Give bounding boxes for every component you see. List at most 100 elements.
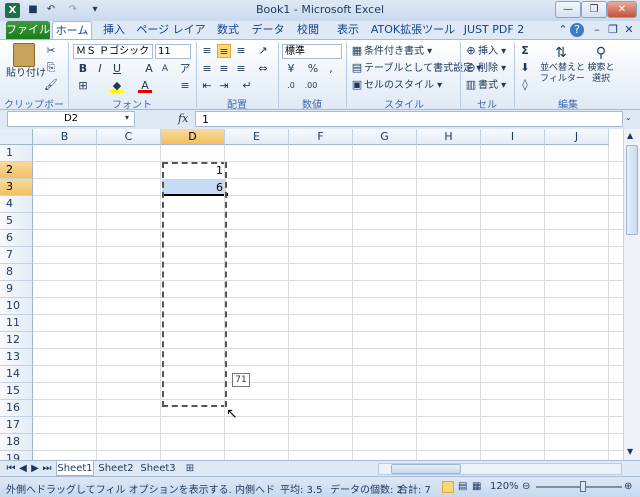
zoom-slider[interactable] xyxy=(536,481,622,492)
paste-button[interactable]: 貼り付け xyxy=(6,43,46,85)
row-header-7[interactable]: 7 xyxy=(0,247,33,264)
save-icon[interactable]: ■ xyxy=(26,3,40,17)
increase-indent-icon[interactable]: ⇥ xyxy=(217,79,231,93)
column-header-b[interactable]: B xyxy=(33,129,97,145)
fx-icon[interactable]: fx xyxy=(178,112,188,125)
row-header-15[interactable]: 15 xyxy=(0,383,33,400)
shrink-font-icon[interactable]: A xyxy=(158,62,172,76)
row-header-5[interactable]: 5 xyxy=(0,213,33,230)
tab-review[interactable]: 校閲 xyxy=(292,21,324,39)
sort-filter-button[interactable]: ⇅ 並べ替えと フィルター xyxy=(540,43,585,85)
column-header-e[interactable]: E xyxy=(225,129,289,145)
percent-icon[interactable]: % xyxy=(306,62,320,76)
comma-icon[interactable]: , xyxy=(324,62,338,76)
zoom-level[interactable]: 120% xyxy=(490,481,519,492)
zoom-out-icon[interactable]: ⊖ xyxy=(522,481,530,492)
format-cells-button[interactable]: ▥ 書式 ▾ xyxy=(464,78,506,93)
sheet-tab-sheet3[interactable]: Sheet3 xyxy=(138,461,178,476)
row-header-17[interactable]: 17 xyxy=(0,417,33,434)
row-header-13[interactable]: 13 xyxy=(0,349,33,366)
expand-formula-icon[interactable]: ⌄ xyxy=(625,113,632,122)
phonetic-icon[interactable]: ア xyxy=(178,62,192,76)
bold-icon[interactable]: B xyxy=(76,62,90,76)
normal-view-icon[interactable] xyxy=(442,481,454,493)
font-name-select[interactable]: ＭＳ Ｐゴシック xyxy=(73,44,153,59)
help-icon[interactable]: ? xyxy=(570,23,584,37)
row-header-8[interactable]: 8 xyxy=(0,264,33,281)
merge-center-icon[interactable]: ⇔ xyxy=(256,62,270,76)
insert-sheet-icon[interactable]: ⊞ xyxy=(182,461,198,476)
tab-home[interactable]: ホーム xyxy=(52,21,92,39)
row-header-9[interactable]: 9 xyxy=(0,281,33,298)
workbook-minimize-icon[interactable]: – xyxy=(590,21,604,39)
name-box[interactable]: D2 xyxy=(7,111,135,127)
customize-quick-access-icon[interactable]: ▾ xyxy=(88,3,102,17)
prev-sheet-icon[interactable]: ◀ xyxy=(18,461,28,476)
row-header-6[interactable]: 6 xyxy=(0,230,33,247)
cell-styles-button[interactable]: ▣ セルのスタイル ▾ xyxy=(350,78,442,93)
last-sheet-icon[interactable]: ⏭ xyxy=(42,461,52,476)
page-break-view-icon[interactable]: ▦ xyxy=(472,481,481,492)
sheet-tab-sheet2[interactable]: Sheet2 xyxy=(96,461,136,476)
undo-icon[interactable]: ↶ xyxy=(44,3,58,17)
column-header-f[interactable]: F xyxy=(289,129,353,145)
workbook-close-icon[interactable]: ✕ xyxy=(622,21,636,39)
tab-file[interactable]: ファイル xyxy=(6,21,50,39)
clear-icon[interactable]: ◊ xyxy=(518,78,532,92)
column-header-d[interactable]: D xyxy=(161,129,225,145)
orientation-icon[interactable]: ↗ xyxy=(256,44,270,58)
close-button[interactable]: ✕ xyxy=(607,1,637,18)
scroll-up-icon[interactable]: ▲ xyxy=(627,131,633,140)
row-header-14[interactable]: 14 xyxy=(0,366,33,383)
font-size-select[interactable]: 11 xyxy=(155,44,191,59)
decrease-decimal-icon[interactable]: .00 xyxy=(304,79,318,93)
row-header-18[interactable]: 18 xyxy=(0,434,33,451)
number-format-select[interactable]: 標準 xyxy=(282,44,342,59)
row-header-3[interactable]: 3 xyxy=(0,179,33,196)
align-right-icon[interactable]: ≡ xyxy=(234,62,248,76)
page-layout-view-icon[interactable]: ▤ xyxy=(458,481,467,492)
align-middle-icon[interactable]: ≡ xyxy=(217,44,231,58)
insert-cells-button[interactable]: ⊕ 挿入 ▾ xyxy=(464,44,506,59)
name-box-dropdown-icon[interactable]: ▾ xyxy=(125,113,129,122)
tab-data[interactable]: データ xyxy=(250,21,286,39)
underline-icon[interactable]: U xyxy=(110,62,124,76)
tab-formulas[interactable]: 数式 xyxy=(212,21,244,39)
align-bottom-icon[interactable]: ≡ xyxy=(234,44,248,58)
scroll-down-icon[interactable]: ▼ xyxy=(627,447,633,456)
column-header-i[interactable]: I xyxy=(481,129,545,145)
autosum-icon[interactable]: Σ xyxy=(518,44,532,58)
fill-icon[interactable]: ⬇ xyxy=(518,61,532,75)
h-scroll-thumb[interactable] xyxy=(391,464,461,474)
ribbon-minimize-icon[interactable]: ⌃ xyxy=(556,21,570,39)
tab-insert[interactable]: 挿入 xyxy=(98,21,130,39)
row-header-2[interactable]: 2 xyxy=(0,162,33,179)
next-sheet-icon[interactable]: ▶ xyxy=(30,461,40,476)
scroll-thumb[interactable] xyxy=(626,145,638,235)
align-top-icon[interactable]: ≡ xyxy=(200,44,214,58)
row-header-4[interactable]: 4 xyxy=(0,196,33,213)
column-header-h[interactable]: H xyxy=(417,129,481,145)
decrease-indent-icon[interactable]: ⇤ xyxy=(200,79,214,93)
workbook-restore-icon[interactable]: ❐ xyxy=(606,21,620,39)
horizontal-scrollbar[interactable] xyxy=(378,463,622,475)
redo-icon[interactable]: ↷ xyxy=(66,3,80,17)
wrap-text-icon[interactable]: ↵ xyxy=(240,79,254,93)
formula-input[interactable]: 1 xyxy=(195,111,623,127)
row-header-12[interactable]: 12 xyxy=(0,332,33,349)
tab-page-layout[interactable]: ページ レイアウト xyxy=(136,21,206,54)
format-as-table-button[interactable]: ▤ テーブルとして書式設定 ▾ xyxy=(350,61,482,76)
font-color-icon[interactable]: A xyxy=(138,79,152,93)
cut-icon[interactable]: ✂ xyxy=(44,44,58,58)
maximize-button[interactable]: ❐ xyxy=(581,1,607,18)
currency-icon[interactable]: ¥ xyxy=(284,62,298,76)
grow-font-icon[interactable]: A xyxy=(142,62,156,76)
row-header-10[interactable]: 10 xyxy=(0,298,33,315)
column-header-g[interactable]: G xyxy=(353,129,417,145)
select-all-corner[interactable] xyxy=(0,129,33,145)
delete-cells-button[interactable]: ⊖ 削除 ▾ xyxy=(464,61,506,76)
conditional-format-button[interactable]: ▦ 条件付き書式 ▾ xyxy=(350,44,432,59)
vertical-scrollbar[interactable]: ▲ ▼ xyxy=(623,129,640,460)
copy-icon[interactable]: ⎘ xyxy=(44,61,58,75)
character-spacing-icon[interactable]: ≡ xyxy=(178,79,192,93)
